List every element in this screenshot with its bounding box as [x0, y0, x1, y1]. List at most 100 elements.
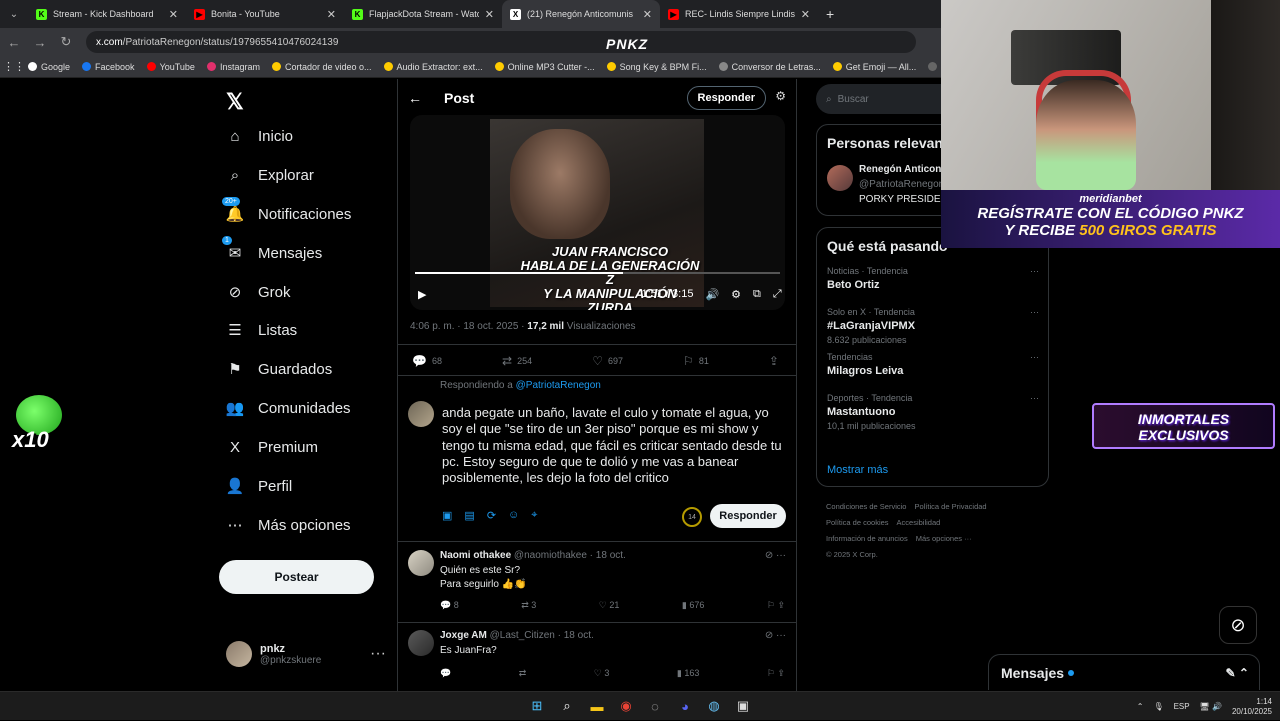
back-arrow-icon[interactable]: ← — [2, 30, 26, 54]
heart-icon[interactable]: ♡ 3 — [594, 668, 610, 679]
trend-item[interactable]: Deportes · Tendencia ··· Mastantuono 10,1 m… — [827, 393, 1039, 431]
reload-icon[interactable]: ↻ — [54, 30, 78, 54]
bookmark-item[interactable]: Instagram — [206, 62, 260, 72]
more-icon[interactable]: ··· — [370, 645, 386, 663]
bookmark-item[interactable]: Get Emoji — All... — [832, 62, 916, 72]
bookmark-action[interactable]: ⚐ 81 — [683, 354, 709, 368]
close-icon[interactable]: ✕ — [643, 8, 652, 21]
trend-item[interactable]: Tendencias ··· Milagros Leiva — [827, 352, 1039, 377]
more-icon[interactable]: ··· — [1030, 352, 1039, 362]
new-tab-button[interactable]: + — [818, 6, 842, 22]
steam-icon[interactable]: ◍ — [705, 697, 723, 715]
more-icon[interactable]: ··· — [1030, 307, 1039, 317]
search-icon[interactable]: ⌕ — [558, 697, 576, 715]
fullscreen-icon[interactable]: ⤢ — [773, 288, 782, 301]
bookmark-icon[interactable]: ⚐ ⇪ — [767, 668, 785, 679]
bookmark-item[interactable]: Online MP3 Cutter -... — [494, 62, 595, 72]
like-action[interactable]: ♡ 697 — [592, 354, 623, 368]
close-icon[interactable]: ✕ — [327, 8, 336, 21]
sidebar-item-notificaciones[interactable]: 🔔 20+ Notificaciones — [222, 197, 351, 223]
back-arrow-icon[interactable]: ← — [408, 90, 422, 106]
close-icon[interactable]: ✕ — [485, 8, 494, 21]
reply-textarea[interactable]: anda pegate un baño, lavate el culo y to… — [442, 405, 787, 486]
sidebar-item-más-opciones[interactable]: ⋯ Más opciones — [226, 516, 351, 535]
language-indicator[interactable]: ESP — [1174, 702, 1190, 711]
chrome-icon[interactable]: ◉ — [617, 697, 635, 715]
play-icon[interactable]: ▶ — [418, 288, 426, 301]
list-item[interactable]: Joxge AM @Last_Citizen · 18 oct. ⊘ ··· E… — [398, 622, 796, 691]
reply-more-icon[interactable]: ⊘ ··· — [765, 630, 786, 641]
reply-action[interactable]: 💬 68 — [412, 354, 442, 368]
apps-grid-icon[interactable]: ⋮⋮ — [0, 60, 28, 73]
x-logo-icon[interactable]: 𝕏 — [226, 89, 244, 115]
image-icon[interactable]: ▣ — [442, 509, 452, 522]
grok-icon[interactable]: ⟳ — [487, 509, 496, 522]
browser-tab[interactable]: ▶ REC- Lindis Siempre Lindis Con ✕ — [660, 0, 818, 28]
compose-message-icon[interactable]: ✎ ⌃ — [1226, 666, 1249, 680]
location-icon[interactable]: ⌖ — [531, 509, 537, 522]
tab-search-icon[interactable]: ⌄ — [0, 0, 28, 28]
share-action[interactable]: ⇪ — [769, 354, 784, 368]
reply-icon[interactable]: 💬 — [440, 668, 451, 679]
sidebar-item-grok[interactable]: ⊘ Grok — [226, 283, 291, 302]
views-icon[interactable]: ▮ 676 — [682, 600, 704, 611]
repost-icon[interactable]: ⇄ — [519, 668, 527, 679]
footer-link[interactable]: Política de Privacidad — [914, 502, 986, 511]
video-progress-bar[interactable] — [415, 272, 780, 274]
footer-link[interactable]: Accesibilidad — [897, 518, 941, 527]
gif-icon[interactable]: ▤ — [464, 509, 474, 522]
url-field[interactable]: x.com/PatriotaRenegon/status/19796554104… — [86, 31, 916, 53]
forward-arrow-icon[interactable]: → — [28, 30, 52, 54]
header-reply-button[interactable]: Responder — [686, 86, 766, 110]
bookmark-item[interactable]: Audio Extractor: ext... — [383, 62, 483, 72]
sidebar-item-perfil[interactable]: 👤 Perfil — [226, 477, 293, 496]
sidebar-item-mensajes[interactable]: ✉ 1 Mensajes — [222, 236, 322, 262]
grok-floating-icon[interactable]: ⊘ — [1219, 606, 1257, 644]
browser-tab[interactable]: K Stream - Kick Dashboard ✕ — [28, 0, 186, 28]
footer-link[interactable]: Información de anuncios — [826, 534, 908, 543]
video-player[interactable]: JUAN FRANCISCO HABLA DE LA GENERACIÓN Z … — [410, 115, 785, 310]
discord-icon[interactable]: ◕ — [676, 697, 694, 715]
sidebar-item-explorar[interactable]: ⌕ Explorar — [226, 166, 314, 184]
views-icon[interactable]: ▮ 163 — [677, 668, 699, 679]
bookmark-icon[interactable]: ⚐ ⇪ — [767, 600, 785, 611]
emoji-icon[interactable]: ☺ — [508, 509, 519, 522]
bookmark-item[interactable]: Cortador de video o... — [271, 62, 372, 72]
repost-icon[interactable]: ⇄ 3 — [521, 600, 536, 611]
bookmark-item[interactable]: Song Key & BPM Fi... — [606, 62, 707, 72]
footer-link[interactable]: Política de cookies — [826, 518, 889, 527]
account-switcher[interactable]: pnkz @pnkzskuere ··· — [226, 641, 386, 667]
bookmark-item[interactable]: Conversor de Letras... — [718, 62, 821, 72]
windows-start-icon[interactable]: ⊞ — [528, 697, 546, 715]
heart-icon[interactable]: ♡ 21 — [599, 600, 620, 611]
bookmark-item[interactable]: YouTube — [146, 62, 195, 72]
more-icon[interactable]: ··· — [1030, 393, 1039, 403]
browser-tab[interactable]: K FlapjackDota Stream - Watch Li ✕ — [344, 0, 502, 28]
post-button[interactable]: Postear — [219, 560, 374, 594]
app-icon[interactable]: ◌ — [646, 697, 664, 715]
clock[interactable]: 1:14 20/10/2025 — [1232, 697, 1272, 717]
close-icon[interactable]: ✕ — [801, 8, 810, 21]
send-reply-button[interactable]: Responder — [710, 504, 786, 528]
settings-icon[interactable]: ⚙ — [731, 288, 741, 301]
repost-action[interactable]: ⇄ 254 — [502, 354, 532, 368]
footer-link[interactable]: © 2025 X Corp. — [826, 550, 878, 559]
reply-icon[interactable]: 💬 8 — [440, 600, 459, 611]
browser-tab[interactable]: ▶ Bonita - YouTube ✕ — [186, 0, 344, 28]
sidebar-item-premium[interactable]: X Premium — [226, 438, 318, 456]
reply-more-icon[interactable]: ⊘ ··· — [765, 550, 786, 561]
sidebar-item-listas[interactable]: ☰ Listas — [226, 321, 297, 340]
list-item[interactable]: Naomi othakee @naomiothakee · 18 oct. ⊘ … — [398, 542, 796, 622]
sidebar-item-guardados[interactable]: ⚑ Guardados — [226, 360, 332, 379]
footer-link[interactable]: Condiciones de Servicio — [826, 502, 906, 511]
close-icon[interactable]: ✕ — [169, 8, 178, 21]
footer-link[interactable]: Más opciones ··· — [916, 534, 972, 543]
volume-icon[interactable]: 🔊 — [705, 288, 719, 301]
chevron-up-icon[interactable]: ⌃ — [1137, 702, 1144, 711]
browser-tab[interactable]: X (21) Renegón Anticomunis ✕ — [502, 0, 660, 28]
settings-sliders-icon[interactable]: ⚙ — [775, 89, 786, 103]
show-more-link[interactable]: Mostrar más — [827, 464, 888, 476]
bookmark-item[interactable]: Google — [28, 62, 70, 72]
trend-item[interactable]: Solo en X · Tendencia ··· #LaGranjaVIPMX 8.… — [827, 307, 1039, 345]
more-icon[interactable]: ··· — [1030, 266, 1039, 276]
